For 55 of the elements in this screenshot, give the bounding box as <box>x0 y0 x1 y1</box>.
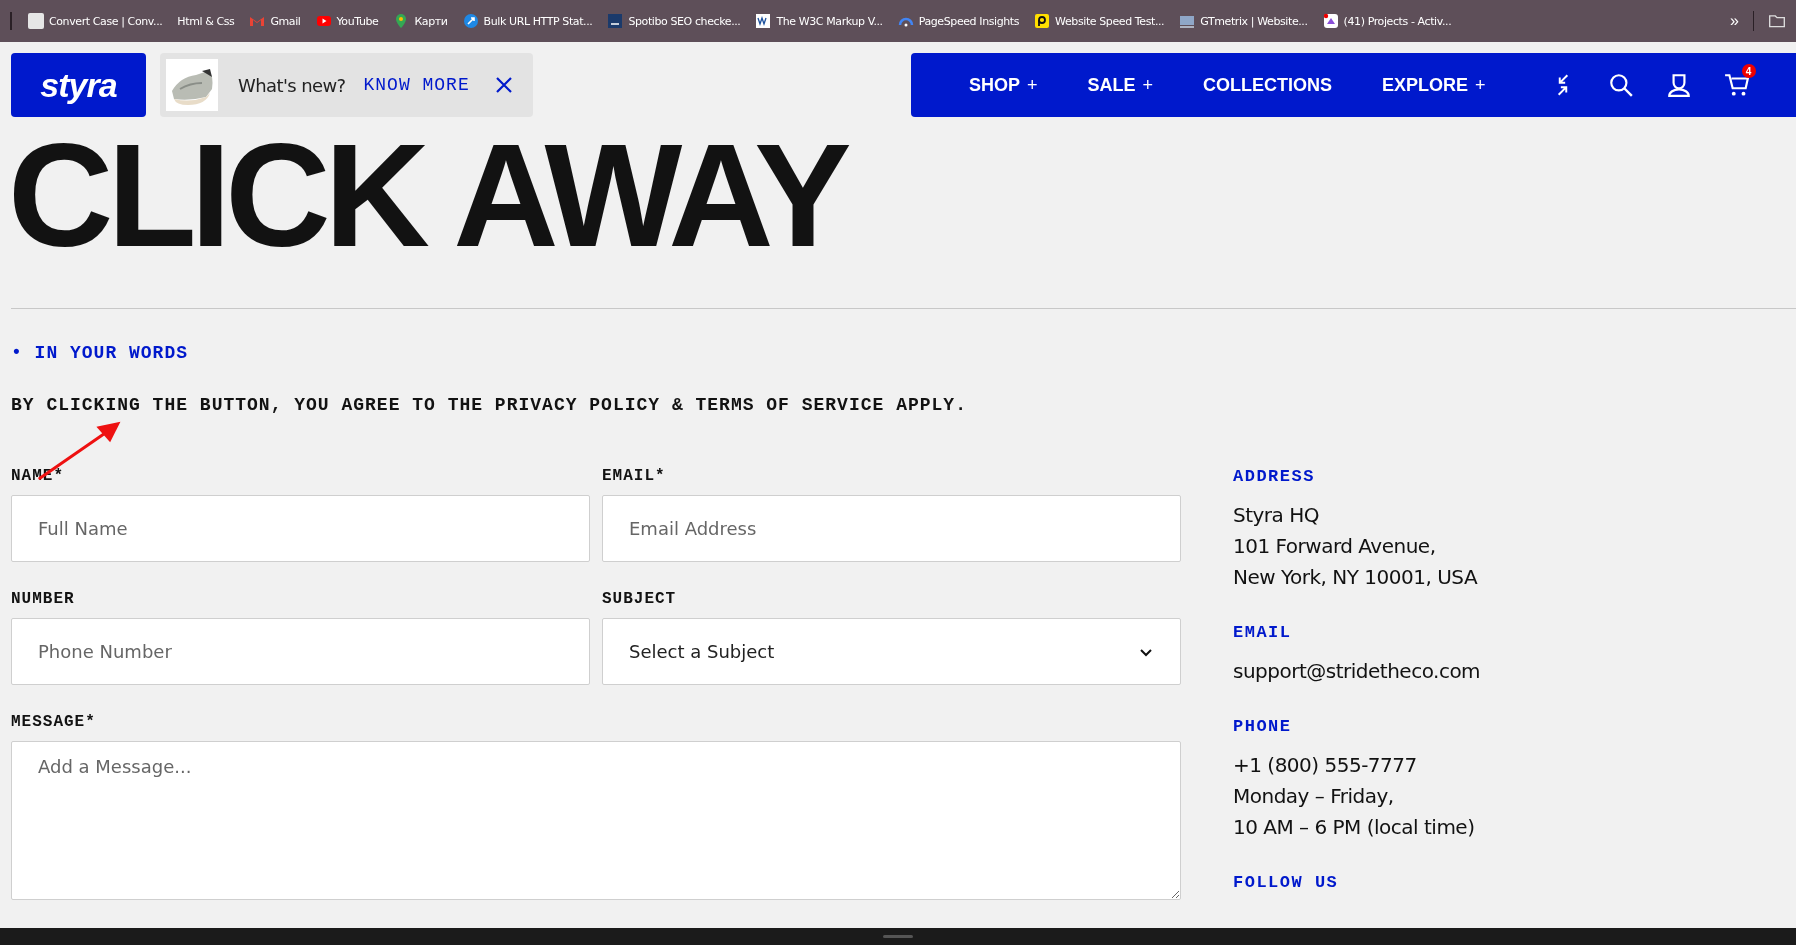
contact-heading: ADDRESS <box>1233 467 1316 486</box>
contact-text: Styra HQ <box>1233 502 1320 529</box>
square-icon <box>607 13 624 29</box>
styra-logo[interactable]: styra <box>11 53 146 117</box>
field-label: EMAIL* <box>602 467 667 485</box>
close-icon[interactable] <box>493 75 514 95</box>
contact-heading: FOLLOW US <box>1233 873 1340 892</box>
circle-arrows-icon <box>462 13 479 29</box>
bookmark[interactable]: GTmetrix | Website... <box>1175 13 1315 29</box>
user-icon[interactable] <box>1665 72 1692 98</box>
nav-link[interactable]: SHOP + <box>969 74 1038 96</box>
bookmark[interactable]: Карти <box>389 13 455 29</box>
contact-text: support@stridetheco.com <box>1233 658 1481 685</box>
input-field[interactable]: Phone Number <box>11 618 590 685</box>
input-field[interactable]: Email Address <box>602 495 1181 562</box>
app-icon <box>1322 13 1339 29</box>
field-label: MESSAGE* <box>11 713 97 731</box>
input-field[interactable]: Full Name <box>11 495 590 562</box>
contact-heading: EMAIL <box>1233 623 1293 642</box>
more-bookmarks-button[interactable]: » <box>1730 12 1739 30</box>
bookmark[interactable]: Html & Css <box>173 14 242 28</box>
contact-text: Monday – Friday, <box>1233 783 1395 810</box>
contact-text: New York, NY 10001, USA <box>1233 564 1479 591</box>
contact-text: 10 AM – 6 PM (local time) <box>1233 814 1476 841</box>
bookmark[interactable]: Website Speed Test... <box>1030 13 1172 29</box>
field-label: SUBJECT <box>602 590 678 608</box>
square-icon <box>755 13 772 29</box>
contact-text: 101 Forward Avenue, <box>1233 533 1437 560</box>
play-icon <box>315 13 332 29</box>
bookmark[interactable]: Gmail <box>245 13 308 29</box>
search-icon[interactable] <box>1607 72 1634 98</box>
nav-link[interactable]: SALE + <box>1087 74 1154 96</box>
bookmark[interactable]: PageSpeed Insights <box>893 13 1027 29</box>
contact-heading: PHONE <box>1233 717 1293 736</box>
know-more-link[interactable]: KNOW MORE <box>363 75 470 95</box>
nav-link[interactable]: EXPLORE + <box>1382 74 1486 96</box>
square-icon <box>1034 13 1051 29</box>
nav-link[interactable]: COLLECTIONS <box>1203 74 1333 96</box>
folder-icon[interactable] <box>1768 12 1786 30</box>
contact-text: +1 (800) 555-7777 <box>1233 752 1418 779</box>
hero-title: CLICK AWAY <box>8 123 848 269</box>
promo-text: What's new? <box>238 74 346 96</box>
subject-dropdown[interactable]: Select a Subject <box>602 618 1181 685</box>
bookmark[interactable]: (41) Projects - Activ... <box>1318 13 1459 29</box>
bookmark[interactable]: Bulk URL HTTP Stat... <box>458 13 600 29</box>
bookmark[interactable]: The W3C Markup V... <box>751 13 890 29</box>
bookmark[interactable]: Convert Case | Conv... <box>24 13 170 29</box>
cart-count-badge: 4 <box>1741 64 1756 78</box>
disclaimer-text: BY CLICKING THE BUTTON, YOU AGREE TO THE PRIVACY POLICY & TERMS OF SERVICE APPLY. <box>11 395 968 415</box>
section-eyebrow: • IN YOUR WORDS <box>11 343 190 363</box>
resize-handle[interactable] <box>883 935 913 938</box>
bookmark[interactable]: YouTube <box>311 13 386 29</box>
bookmark[interactable]: Spotibo SEO checke... <box>603 13 748 29</box>
message-field[interactable]: Add a Message... <box>11 741 1181 900</box>
field-label: NUMBER <box>11 590 76 608</box>
